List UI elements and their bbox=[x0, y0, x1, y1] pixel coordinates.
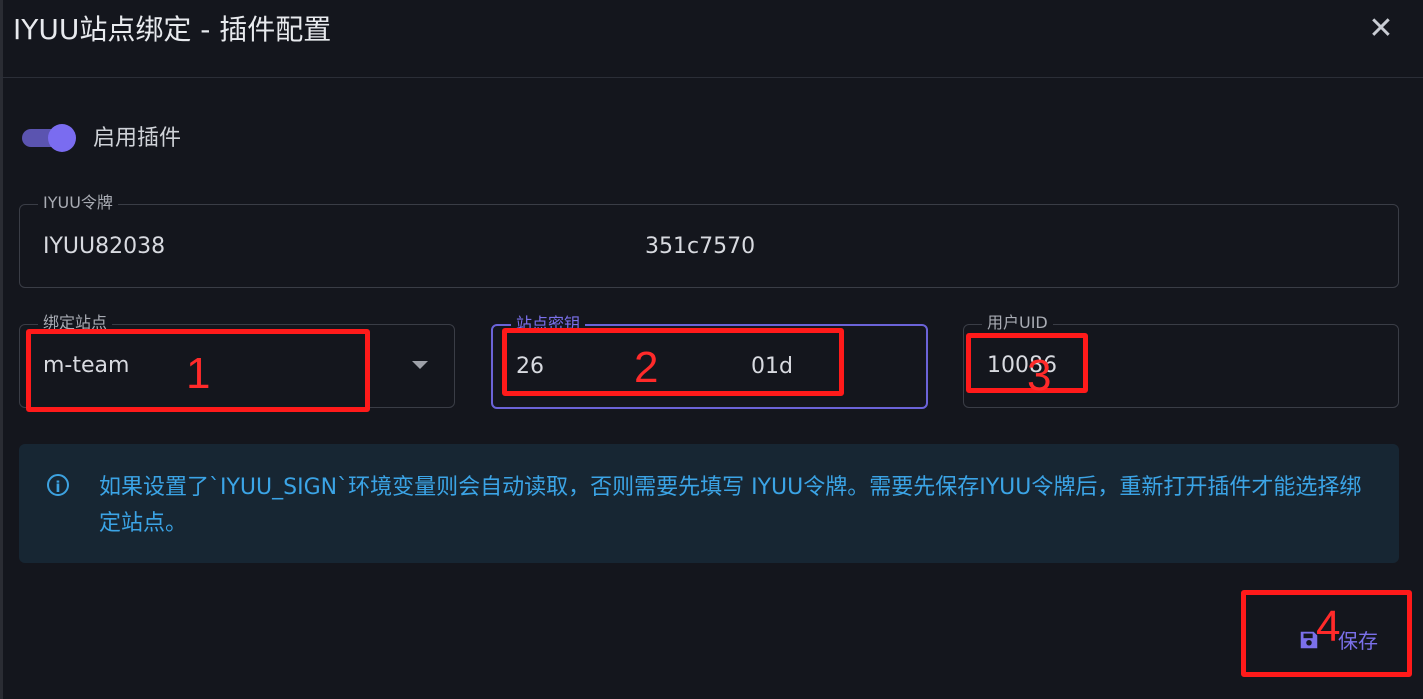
info-message: 如果设置了`IYUU_SIGN`环境变量则会自动读取，否则需要先填写 IYUU令… bbox=[99, 475, 1362, 536]
annotation-number-1: 1 bbox=[186, 349, 211, 398]
annotation-number-2: 2 bbox=[634, 343, 659, 392]
dialog-edge bbox=[0, 0, 3, 699]
annotation-number-4: 4 bbox=[1316, 602, 1341, 651]
dialog-header: IYUU站点绑定 - 插件配置 ✕ bbox=[0, 0, 1423, 78]
enable-plugin-toggle[interactable] bbox=[22, 124, 78, 152]
user-uid-label: 用户UID bbox=[982, 313, 1053, 333]
annotation-box-2 bbox=[502, 328, 844, 396]
toggle-knob bbox=[48, 124, 76, 152]
info-alert: i 如果设置了`IYUU_SIGN`环境变量则会自动读取，否则需要先填写 IYU… bbox=[19, 444, 1399, 563]
iyuu-token-label: IYUU令牌 bbox=[38, 193, 118, 213]
info-icon: i bbox=[47, 474, 69, 496]
plugin-config-dialog: IYUU站点绑定 - 插件配置 ✕ 启用插件 IYUU令牌 IYUU82038 … bbox=[0, 0, 1423, 699]
annotation-number-3: 3 bbox=[1027, 351, 1052, 400]
enable-plugin-label: 启用插件 bbox=[93, 126, 182, 151]
iyuu-token-value-start: IYUU82038 bbox=[43, 234, 166, 259]
chevron-down-icon[interactable] bbox=[412, 361, 428, 369]
redaction-mask bbox=[166, 227, 636, 267]
iyuu-token-value-end: 351c7570 bbox=[645, 234, 756, 259]
close-icon[interactable]: ✕ bbox=[1364, 12, 1398, 46]
dialog-title: IYUU站点绑定 - 插件配置 bbox=[13, 13, 332, 46]
iyuu-token-field[interactable]: IYUU令牌 IYUU82038 351c7570 bbox=[19, 193, 1399, 288]
